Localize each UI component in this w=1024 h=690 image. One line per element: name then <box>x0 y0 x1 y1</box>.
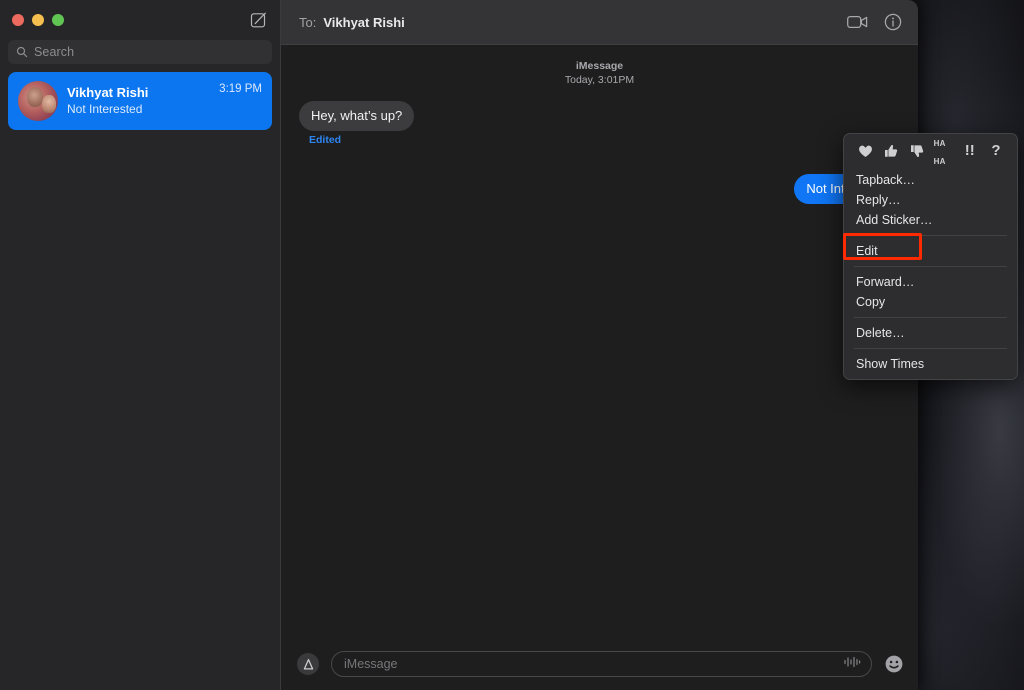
message-context-menu: HA HA !! ? Tapback… Reply… Add Sticker… … <box>843 133 1018 380</box>
menu-item-edit[interactable]: Edit <box>844 241 1017 261</box>
search-placeholder: Search <box>34 45 75 59</box>
conversation-preview: Not Interested <box>67 102 143 116</box>
emoji-smiley-icon[interactable] <box>884 654 904 674</box>
menu-item-copy[interactable]: Copy <box>844 292 1017 312</box>
conversation-pane: To: Vikhyat Rishi iMessage Today, 3:01PM… <box>281 0 918 690</box>
menu-separator <box>854 348 1007 349</box>
menu-item-add-sticker[interactable]: Add Sticker… <box>844 210 1017 230</box>
traffic-lights <box>12 14 64 26</box>
message-timestamp-divider: iMessage Today, 3:01PM <box>299 59 900 87</box>
audio-waveform-icon[interactable] <box>843 655 861 674</box>
info-circle-icon[interactable] <box>882 11 904 33</box>
tapback-haha-icon[interactable]: HA HA <box>933 139 954 166</box>
close-button[interactable] <box>12 14 24 26</box>
message-row-outgoing: Not Interested <box>299 174 900 204</box>
tapback-heart-icon[interactable] <box>855 141 875 161</box>
conversation-header: To: Vikhyat Rishi <box>281 0 918 45</box>
recipient-name[interactable]: Vikhyat Rishi <box>323 15 404 30</box>
menu-item-show-times[interactable]: Show Times <box>844 354 1017 374</box>
message-input[interactable]: iMessage <box>331 651 872 677</box>
compose-icon[interactable] <box>250 11 268 29</box>
avatar <box>18 81 58 121</box>
tapback-question-icon[interactable]: ? <box>986 141 1006 161</box>
window-titlebar <box>0 0 280 40</box>
edited-label: Edited <box>309 134 342 146</box>
menu-item-reply[interactable]: Reply… <box>844 190 1017 210</box>
video-camera-icon[interactable] <box>846 11 868 33</box>
conversation-timestamp: 3:19 PM <box>219 83 262 95</box>
tapback-thumbs-up-icon[interactable] <box>881 141 901 161</box>
tapback-thumbs-down-icon[interactable] <box>907 141 927 161</box>
app-store-icon[interactable] <box>297 653 319 675</box>
message-list: iMessage Today, 3:01PM Hey, what’s up? E… <box>281 45 918 638</box>
search-input[interactable]: Search <box>8 40 272 64</box>
conversation-list: Vikhyat Rishi Not Interested 3:19 PM <box>0 64 280 130</box>
search-container: Search <box>0 40 280 64</box>
conversation-item-vikhyat-rishi[interactable]: Vikhyat Rishi Not Interested 3:19 PM <box>8 72 272 130</box>
message-input-placeholder: iMessage <box>344 657 398 671</box>
tapback-row: HA HA !! ? <box>844 134 1017 168</box>
tapback-haha-line1: HA <box>933 139 946 148</box>
sidebar: Search Vikhyat Rishi Not Interested 3:19… <box>0 0 281 690</box>
menu-separator <box>854 235 1007 236</box>
tapback-haha-line2: HA <box>933 157 946 166</box>
menu-separator <box>854 317 1007 318</box>
message-bubble-incoming[interactable]: Hey, what’s up? <box>299 101 415 131</box>
menu-item-delete[interactable]: Delete… <box>844 323 1017 343</box>
menu-item-forward[interactable]: Forward… <box>844 272 1017 292</box>
menu-separator <box>854 266 1007 267</box>
composer-bar: iMessage <box>281 638 918 690</box>
timestamp-service: iMessage <box>575 60 624 72</box>
timestamp-when: Today, 3:01PM <box>564 74 635 86</box>
to-label: To: <box>299 14 317 30</box>
search-icon <box>16 46 28 58</box>
conversation-name: Vikhyat Rishi <box>67 85 149 100</box>
tapback-exclamation-icon[interactable]: !! <box>960 141 980 161</box>
message-row-incoming: Hey, what’s up? <box>299 101 900 131</box>
menu-item-tapback[interactable]: Tapback… <box>844 170 1017 190</box>
conversation-text: Vikhyat Rishi Not Interested <box>67 85 210 117</box>
maximize-button[interactable] <box>52 14 64 26</box>
messages-window: Search Vikhyat Rishi Not Interested 3:19… <box>0 0 918 690</box>
minimize-button[interactable] <box>32 14 44 26</box>
